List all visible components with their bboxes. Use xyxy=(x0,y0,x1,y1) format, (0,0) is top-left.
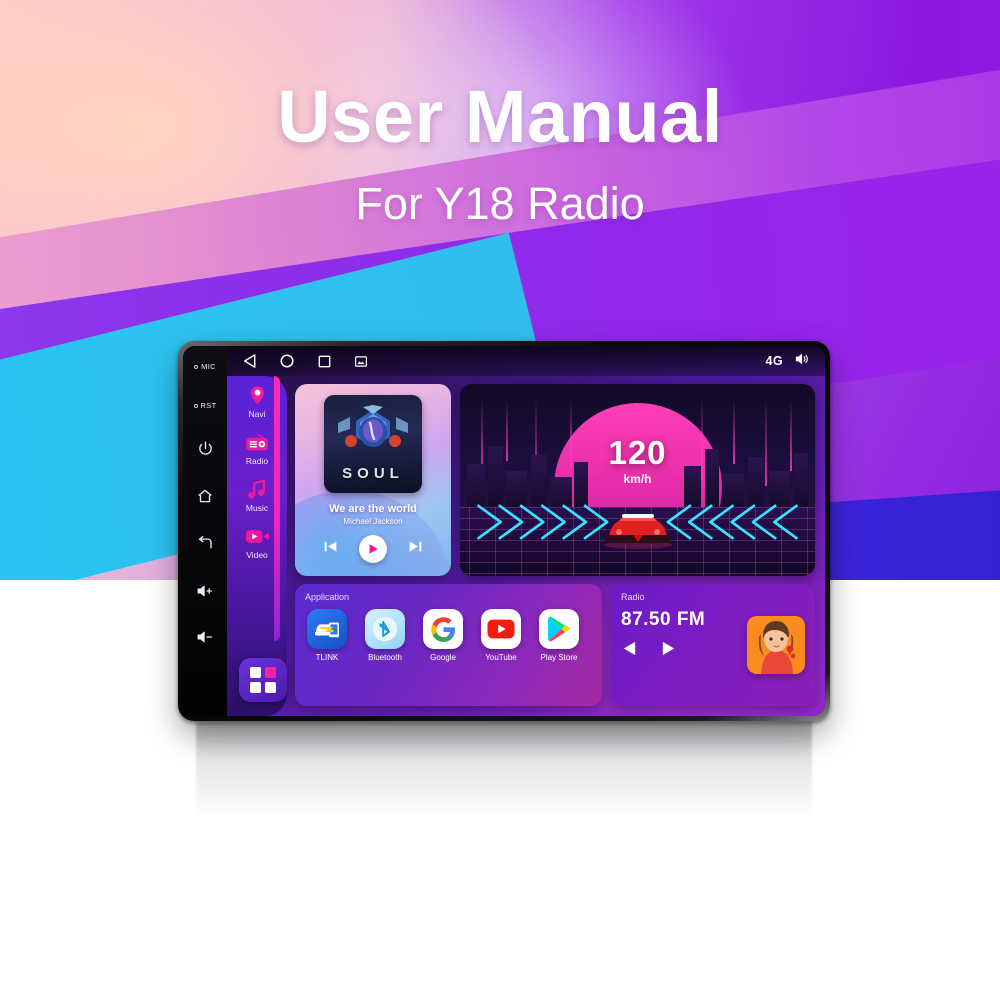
speed-value: 120 xyxy=(608,433,667,471)
app-label-bluetooth: Bluetooth xyxy=(368,653,402,662)
album-art: SOUL xyxy=(324,395,422,493)
home-circle-icon[interactable] xyxy=(280,354,294,368)
app-youtube[interactable]: YouTube xyxy=(479,609,523,662)
app-label-play-store: Play Store xyxy=(540,653,578,662)
power-icon xyxy=(198,441,212,455)
music-note-icon xyxy=(244,478,270,500)
all-apps-icon xyxy=(250,667,276,693)
application-widget: Application TLINK Bluetooth Google YouTu… xyxy=(295,584,602,706)
volume-up-button[interactable] xyxy=(196,583,215,599)
poster-headings: User Manual For Y18 Radio xyxy=(0,0,1000,230)
app-google[interactable]: Google xyxy=(421,609,465,662)
volume-up-icon xyxy=(197,585,212,597)
back-arrow-icon xyxy=(198,535,212,549)
touchscreen: 4G Navi Radio Music Video SOUL We are th… xyxy=(227,346,825,716)
app-tlink[interactable]: TLINK xyxy=(305,609,349,662)
power-button[interactable] xyxy=(197,440,214,457)
widget-row-top: SOUL We are the world Michael Jackson 12… xyxy=(295,384,815,576)
speed-unit: km/h xyxy=(623,471,652,486)
album-art-figure xyxy=(338,405,408,448)
next-station-icon[interactable] xyxy=(660,640,677,662)
album-title: SOUL xyxy=(342,465,404,482)
song-artist: Michael Jackson xyxy=(343,517,403,526)
youtube-icon xyxy=(481,609,521,649)
app-play-store[interactable]: Play Store xyxy=(537,609,581,662)
sidebar-label-radio: Radio xyxy=(245,456,269,466)
video-camera-icon xyxy=(244,525,270,547)
home-button[interactable] xyxy=(196,487,214,505)
skip-back-icon[interactable] xyxy=(323,539,338,559)
device-inner: MIC RST 4G Navi Radio Music Video SOUL W… xyxy=(183,346,825,716)
home-icon xyxy=(198,489,212,503)
bluetooth-icon xyxy=(365,609,405,649)
radio-title: Radio xyxy=(621,592,645,602)
reset-label: RST xyxy=(200,401,217,410)
tlink-icon xyxy=(307,609,347,649)
screenshot-icon[interactable] xyxy=(355,355,367,367)
prev-station-icon[interactable] xyxy=(621,640,638,662)
application-icons: TLINK Bluetooth Google YouTube Play Stor… xyxy=(305,609,592,662)
radio-album-art xyxy=(747,616,805,674)
sidebar-items: Navi Radio Music Video xyxy=(227,384,287,560)
sidebar-label-navi: Navi xyxy=(248,409,266,419)
poster-root: User Manual For Y18 Radio MIC RST 4G Nav… xyxy=(0,0,1000,1000)
sidebar-item-navi[interactable]: Navi xyxy=(229,384,285,419)
sidebar-item-radio[interactable]: Radio xyxy=(229,431,285,466)
play-button[interactable] xyxy=(359,535,387,563)
play-icon xyxy=(369,544,378,554)
mic-label: MIC xyxy=(201,362,216,371)
skip-forward-icon[interactable] xyxy=(408,539,423,559)
page-title: User Manual xyxy=(277,75,723,158)
recents-square-icon[interactable] xyxy=(318,355,331,368)
network-label: 4G xyxy=(765,354,783,368)
reset-dot-icon xyxy=(193,403,198,408)
sidebar-item-video[interactable]: Video xyxy=(229,525,285,560)
radio-info: Radio 87.50 FM xyxy=(621,592,747,698)
widget-row-bottom: Application TLINK Bluetooth Google YouTu… xyxy=(295,584,815,706)
sidebar-item-music[interactable]: Music xyxy=(229,478,285,513)
app-label-google: Google xyxy=(430,653,456,662)
radio-controls xyxy=(621,640,747,662)
all-apps-button[interactable] xyxy=(239,658,287,702)
volume-icon[interactable] xyxy=(795,352,811,371)
radio-widget[interactable]: Radio 87.50 FM xyxy=(611,584,815,706)
radio-frequency: 87.50 FM xyxy=(621,609,706,630)
mic-button[interactable]: MIC xyxy=(194,362,216,371)
home-screen: Navi Radio Music Video SOUL We are the w… xyxy=(227,376,825,716)
speed-widget[interactable]: 120 km/h xyxy=(460,384,815,576)
sidebar-label-music: Music xyxy=(245,503,269,513)
application-title: Application xyxy=(305,592,350,602)
volume-down-button[interactable] xyxy=(196,629,215,645)
sidebar: Navi Radio Music Video xyxy=(227,376,291,716)
sports-car-icon xyxy=(603,514,672,550)
car-radio-device: MIC RST 4G Navi Radio Music Video SOUL W… xyxy=(178,341,830,721)
status-bar: 4G xyxy=(227,346,825,376)
music-widget[interactable]: SOUL We are the world Michael Jackson xyxy=(295,384,451,576)
music-controls xyxy=(323,535,423,563)
status-indicators: 4G xyxy=(766,352,811,371)
device-reflection xyxy=(196,722,812,818)
back-triangle-icon[interactable] xyxy=(243,354,256,368)
sidebar-label-video: Video xyxy=(246,550,268,560)
app-bluetooth[interactable]: Bluetooth xyxy=(363,609,407,662)
radio-icon xyxy=(244,431,270,453)
google-icon xyxy=(423,609,463,649)
app-label-tlink: TLINK xyxy=(315,653,339,662)
reset-button[interactable]: RST xyxy=(193,401,217,410)
page-subtitle: For Y18 Radio xyxy=(355,177,645,229)
physical-button-strip: MIC RST xyxy=(183,346,227,716)
volume-down-icon xyxy=(197,631,212,643)
back-button[interactable] xyxy=(196,535,214,553)
song-title: We are the world xyxy=(329,503,417,515)
mic-dot-icon xyxy=(194,364,199,369)
play-store-icon xyxy=(539,609,579,649)
location-pin-icon xyxy=(244,384,270,406)
navigation-buttons xyxy=(243,354,367,368)
app-label-youtube: YouTube xyxy=(485,653,517,662)
widget-area: SOUL We are the world Michael Jackson 12… xyxy=(291,376,825,716)
